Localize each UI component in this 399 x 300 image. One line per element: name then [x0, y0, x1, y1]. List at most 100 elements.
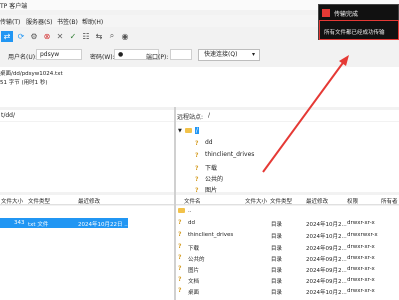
table-row[interactable]: ? 公共的 目录 2024年09月2... drwxr-xr-x: [176, 253, 399, 263]
pane-divider[interactable]: [174, 107, 176, 300]
cell-modified: 2024年09月2...: [306, 279, 347, 285]
log-line: 51 字节 (用时1 秒): [0, 80, 48, 86]
cell-name: 图片: [188, 268, 200, 274]
tree-item-label: dd: [205, 139, 213, 146]
unknown-folder-icon: ?: [195, 175, 199, 183]
menu-help[interactable]: 帮助(H): [82, 17, 103, 26]
directory-compare-icon[interactable]: ☷: [81, 31, 91, 41]
column-permissions[interactable]: 权限: [347, 197, 358, 205]
table-row[interactable]: ? 下载 目录 2024年09月2... drwxr-xr-x: [176, 242, 399, 252]
unknown-folder-icon: ?: [195, 139, 199, 147]
process-queue-icon[interactable]: ⚙: [29, 31, 39, 41]
tree-item-label: 下载: [205, 165, 218, 172]
local-path-field[interactable]: t/dd/: [1, 112, 15, 119]
tree-item-dd[interactable]: ? dd: [195, 139, 213, 147]
cell-permissions: drwxr-xr-x: [347, 277, 375, 283]
column-type[interactable]: 文件类型: [270, 197, 292, 205]
column-size[interactable]: 文件大小: [245, 197, 267, 205]
cell-name: 下载: [188, 246, 200, 252]
tree-item-thinclient[interactable]: ? thinclient_drives: [195, 151, 255, 159]
cell-type: 目录: [271, 268, 283, 274]
cancel-icon[interactable]: ⊗: [42, 31, 52, 41]
unknown-folder-icon: ?: [178, 287, 182, 294]
unknown-folder-icon: ?: [178, 219, 182, 226]
unknown-folder-icon: ?: [178, 231, 182, 238]
folder-icon: [178, 208, 185, 213]
tree-item-downloads[interactable]: ? 下载: [195, 163, 218, 173]
column-size[interactable]: 文件大小: [1, 197, 23, 205]
cell-type: 目录: [271, 234, 283, 240]
window-title: TP 客户端: [0, 3, 28, 10]
tree-item-label: thinclient_drives: [205, 151, 255, 158]
table-row[interactable]: ? dd 目录 2024年10月2... drwxr-xr-x: [176, 218, 399, 228]
local-path-bar: t/dd/: [0, 110, 174, 121]
unknown-folder-icon: ?: [178, 276, 182, 283]
cell-modified: 2024年09月2...: [306, 257, 347, 263]
tree-item-label: /: [194, 127, 199, 134]
username-label: 用户名(U):: [8, 54, 38, 61]
cell-permissions: drwxr-xr-x: [347, 220, 375, 226]
search-icon[interactable]: ⌕: [107, 31, 117, 41]
remote-site-field[interactable]: /: [208, 112, 210, 119]
local-list-header: 文件大小 文件类型 最近修改: [0, 195, 174, 205]
unknown-folder-icon: ?: [178, 243, 182, 250]
port-label: 端口(P):: [146, 54, 169, 61]
transfer-complete-notification[interactable]: 传输完成 所有文件都已经成功传输: [318, 4, 399, 40]
chevron-down-icon[interactable]: ▾: [252, 50, 255, 60]
table-row[interactable]: ? 文档 目录 2024年09月2... drwxr-xr-x: [176, 275, 399, 285]
reconnect-icon[interactable]: ✓: [68, 31, 78, 41]
site-manager-icon[interactable]: ⇄: [1, 30, 13, 42]
remote-site-label: 远程站点:: [177, 114, 204, 121]
refresh-icon[interactable]: ⟳: [16, 31, 26, 41]
table-row[interactable]: ? 桌面 目录 2024年10月2... drwxr-xr-x: [176, 286, 399, 296]
cell-modified: 2024年09月2...: [306, 246, 347, 252]
app-icon: [322, 9, 330, 17]
cell-name: 文档: [188, 279, 200, 285]
quick-connect-button[interactable]: 快速连接(Q) ▾: [198, 49, 260, 61]
menu-server[interactable]: 服务器(S): [26, 17, 53, 26]
menu-transfer[interactable]: 传输(T): [0, 17, 20, 26]
cell-name: dd: [188, 220, 195, 226]
binoculars-icon[interactable]: ◉: [120, 31, 130, 41]
table-row[interactable]: ? 图片 目录 2024年09月2... drwxr-xr-x: [176, 264, 399, 274]
username-field[interactable]: pdsyw: [36, 49, 82, 60]
cell-type: txt 文件: [28, 222, 49, 228]
table-row[interactable]: ..: [176, 206, 399, 216]
cell-permissions: drwxr-xr-x: [347, 288, 375, 294]
remote-list-header: 文件名 文件大小 文件类型 最近修改 权限 所有者: [176, 195, 399, 205]
column-type[interactable]: 文件类型: [28, 197, 50, 205]
local-file-list: 343 txt 文件 2024年10月22日 ...: [0, 206, 174, 300]
cell-type: 目录: [271, 290, 283, 296]
cell-type: 目录: [271, 279, 283, 285]
cell-name: thinclient_drives: [188, 232, 234, 238]
disconnect-icon[interactable]: ✕: [55, 31, 65, 41]
cell-modified: 2024年09月2...: [306, 268, 347, 274]
unknown-folder-icon: ?: [195, 164, 199, 172]
local-tree: [0, 122, 174, 192]
message-log: 桌面/dd/pdsyw1024.txt 51 字节 (用时1 秒): [0, 67, 399, 107]
cell-permissions: drwxrwxr-x: [347, 232, 378, 238]
log-line: 桌面/dd/pdsyw1024.txt: [0, 71, 63, 77]
unknown-folder-icon: ?: [178, 254, 182, 261]
tree-item-root[interactable]: ▼ /: [178, 127, 199, 134]
column-modified[interactable]: 最近修改: [306, 197, 328, 205]
column-name[interactable]: 文件名: [184, 197, 201, 205]
column-modified[interactable]: 最近修改: [78, 197, 100, 205]
table-row[interactable]: 343 txt 文件 2024年10月22日 ...: [0, 218, 130, 228]
folder-icon: [184, 128, 192, 133]
sync-browse-icon[interactable]: ⇆: [94, 31, 104, 41]
menu-bookmarks[interactable]: 书签(B): [57, 17, 78, 26]
cell-type: 目录: [271, 246, 283, 252]
port-field[interactable]: [170, 49, 192, 60]
table-row[interactable]: ? thinclient_drives 目录 2024年10月2... drwx…: [176, 230, 399, 240]
tree-item-public[interactable]: ? 公共的: [195, 174, 223, 184]
tree-item-pictures[interactable]: ? 图片: [195, 185, 218, 195]
expand-arrow-icon[interactable]: ▼: [178, 128, 182, 134]
tree-item-label: 图片: [205, 187, 218, 194]
remote-file-list: .. ? dd 目录 2024年10月2... drwxr-xr-x ? thi…: [176, 206, 399, 300]
cell-size: 343: [14, 220, 25, 226]
unknown-folder-icon: ?: [178, 265, 182, 272]
toolbar: ⇄ ⟳ ⚙ ⊗ ✕ ✓ ☷ ⇆ ⌕ ◉: [0, 29, 260, 43]
cell-modified: 2024年10月2...: [306, 222, 347, 228]
column-owner[interactable]: 所有者: [381, 197, 398, 205]
